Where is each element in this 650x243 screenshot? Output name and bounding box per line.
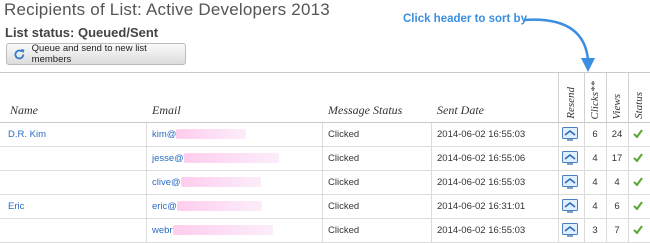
header-resend[interactable]: Resend [558,73,583,122]
checkmark-icon [633,129,643,139]
views-count: 17 [611,153,623,164]
sent-date: 2014-06-02 16:55:06 [437,153,526,164]
header-message-status[interactable]: Message Status [328,103,402,118]
header-sent-date[interactable]: Sent Date [437,103,484,118]
header-email[interactable]: Email [152,103,181,118]
table-row: webr Clicked 2014-06-02 16:55:03 3 7 [0,219,650,243]
table-row: clive@ Clicked 2014-06-02 16:55:03 4 4 [0,171,650,195]
sort-hint-annotation: Click header to sort by [403,13,527,25]
clicks-count: 4 [592,201,598,212]
checkmark-icon [633,177,643,187]
views-count: 7 [614,225,620,236]
views-count: 6 [614,201,620,212]
header-status-label: Status [633,92,645,119]
views-count: 4 [614,177,620,188]
message-status: Clicked [328,177,360,188]
header-views-label: Views [611,93,623,119]
resend-icon[interactable] [562,175,578,189]
resend-icon[interactable] [562,199,578,213]
recipient-email[interactable]: jesse@ [152,153,184,164]
views-count: 24 [611,129,623,140]
resend-icon[interactable] [562,223,578,237]
list-status-label: List status: Queued/Sent [5,25,159,40]
sent-date: 2014-06-02 16:31:01 [437,201,526,212]
recipient-email[interactable]: webr [152,225,173,236]
recipient-name[interactable]: D.R. Kim [8,123,46,146]
sent-date: 2014-06-02 16:55:03 [437,129,526,140]
recipient-email[interactable]: clive@ [152,177,181,188]
header-clicks-label: Clicks** [589,80,601,120]
clicks-count: 3 [592,225,598,236]
page-title: Recipients of List: Active Developers 20… [4,0,330,19]
recipient-email[interactable]: kim@ [152,129,176,140]
checkmark-icon [633,201,643,211]
header-clicks[interactable]: Clicks** [584,73,605,122]
resend-icon[interactable] [562,127,578,141]
refresh-icon [14,48,25,59]
header-resend-label: Resend [565,87,577,119]
header-views[interactable]: Views [606,73,627,122]
resend-icon[interactable] [562,151,578,165]
curved-arrow-icon [523,18,595,72]
checkmark-icon [633,153,643,163]
header-status[interactable]: Status [628,73,649,122]
message-status: Clicked [328,201,360,212]
message-status: Clicked [328,225,360,236]
recipients-table: Name Email Message Status Sent Date Rese… [0,72,650,243]
queue-and-send-button[interactable]: Queue and send to new list members [6,43,186,65]
recipient-name[interactable]: Eric [8,195,24,218]
table-row: jesse@ Clicked 2014-06-02 16:55:06 4 17 [0,147,650,171]
header-name[interactable]: Name [10,103,38,118]
table-header-row: Name Email Message Status Sent Date Rese… [0,73,650,123]
message-status: Clicked [328,153,360,164]
queue-button-label: Queue and send to new list members [31,43,147,65]
recipient-email[interactable]: eric@ [152,201,177,212]
clicks-count: 4 [592,153,598,164]
clicks-count: 6 [592,129,598,140]
sent-date: 2014-06-02 16:55:03 [437,177,526,188]
table-row: Eric eric@ Clicked 2014-06-02 16:31:01 4… [0,195,650,219]
sent-date: 2014-06-02 16:55:03 [437,225,526,236]
table-row: D.R. Kim kim@ Clicked 2014-06-02 16:55:0… [0,123,650,147]
message-status: Clicked [328,129,360,140]
clicks-count: 4 [592,177,598,188]
checkmark-icon [633,225,643,235]
